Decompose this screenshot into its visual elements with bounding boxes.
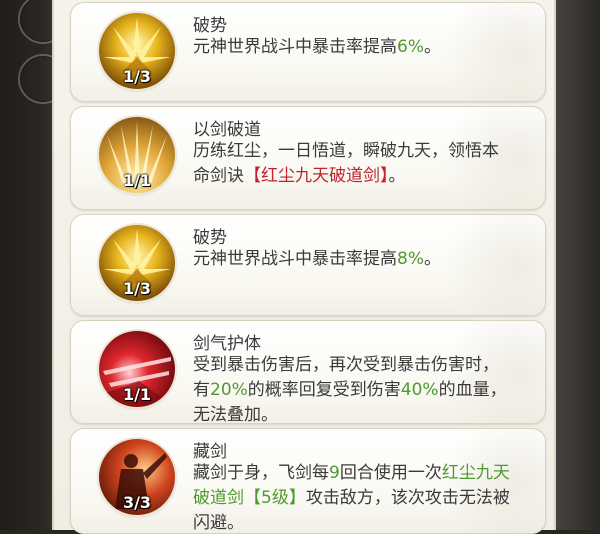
- skill-level-badge: 1/3: [122, 279, 152, 298]
- skill-name: 破势: [193, 228, 227, 248]
- description-segment: 藏剑于身，飞剑每: [193, 463, 329, 483]
- description-segment: 9: [329, 463, 340, 483]
- skill-name: 以剑破道: [193, 120, 261, 140]
- description-segment: 8%: [397, 249, 424, 269]
- skill-card-5[interactable]: 3/3 藏剑 藏剑于身，飞剑每9回合使用一次红尘九天破道剑【5级】攻击敌方，该次…: [70, 428, 546, 534]
- description-segment: 20%: [210, 380, 248, 400]
- skill-card-2[interactable]: 1/1 以剑破道 历练红尘，一日悟道，瞬破九天，领悟本命剑诀【红尘九天破道剑】。: [70, 106, 546, 210]
- skill-level-badge: 1/1: [122, 171, 152, 190]
- skill-description: 元神世界战斗中暴击率提高6%。: [193, 35, 513, 60]
- description-segment: 回合使用一次: [339, 463, 442, 483]
- skill-name: 破势: [193, 16, 227, 36]
- skill-description: 元神世界战斗中暴击率提高8%。: [193, 247, 513, 272]
- description-segment: 。: [423, 37, 441, 57]
- description-segment: 元神世界战斗中暴击率提高: [193, 249, 397, 269]
- description-segment: 的概率回复受到伤害: [247, 380, 401, 400]
- skill-description: 藏剑于身，飞剑每9回合使用一次红尘九天破道剑【5级】攻击敌方，该次攻击无法被闪避…: [193, 461, 513, 533]
- description-segment: 6%: [397, 37, 424, 57]
- skill-name: 剑气护体: [193, 334, 261, 354]
- skill-level-badge: 1/1: [122, 385, 152, 404]
- description-segment: 元神世界战斗中暴击率提高: [193, 37, 397, 57]
- description-segment: 【红尘九天破道剑】: [244, 166, 389, 186]
- skill-card-4[interactable]: 1/1 剑气护体 受到暴击伤害后，再次受到暴击伤害时，有20%的概率回复受到伤害…: [70, 320, 546, 424]
- skill-name: 藏剑: [193, 442, 227, 462]
- description-segment: 。: [423, 249, 441, 269]
- skill-description: 受到暴击伤害后，再次受到暴击伤害时，有20%的概率回复受到伤害40%的血量，无法…: [193, 353, 513, 423]
- description-segment: 。: [388, 166, 406, 186]
- skill-description: 历练红尘，一日悟道，瞬破九天，领悟本命剑诀【红尘九天破道剑】。: [193, 139, 513, 189]
- skill-card-3[interactable]: 1/3 破势 元神世界战斗中暴击率提高8%。: [70, 214, 546, 316]
- description-segment: 40%: [400, 380, 439, 400]
- skill-level-badge: 3/3: [122, 493, 152, 512]
- skill-level-badge: 1/3: [122, 67, 152, 86]
- skill-card-1[interactable]: 1/3 破势 元神世界战斗中暴击率提高6%。: [70, 2, 546, 102]
